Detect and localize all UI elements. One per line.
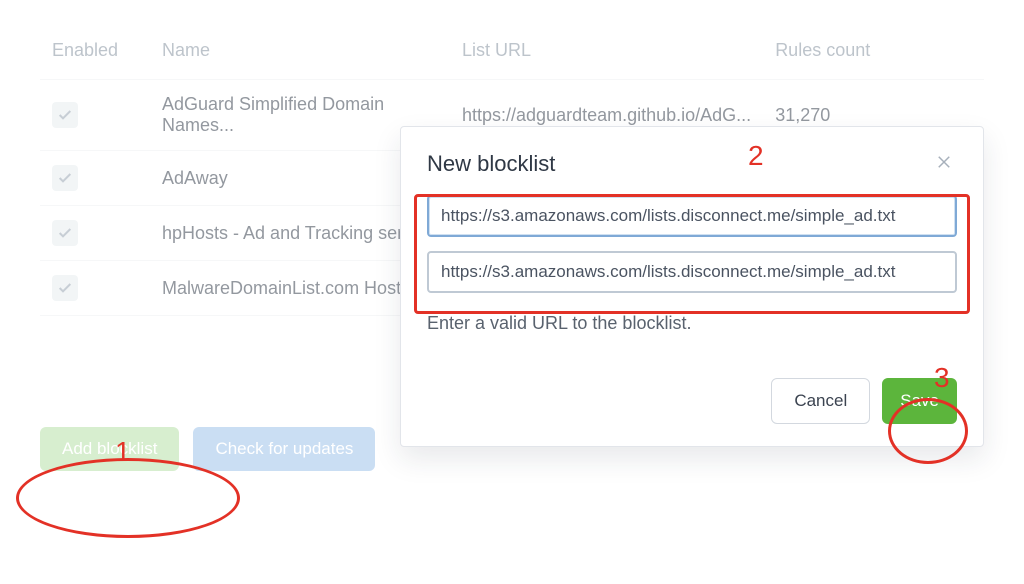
save-button[interactable]: Save	[882, 378, 957, 424]
col-rules: Rules count	[763, 30, 984, 80]
checkbox-icon[interactable]	[52, 220, 78, 246]
new-blocklist-modal: New blocklist Enter a valid URL to the b…	[400, 126, 984, 447]
close-icon[interactable]	[931, 149, 957, 179]
checkbox-icon[interactable]	[52, 275, 78, 301]
checkbox-icon[interactable]	[52, 102, 78, 128]
col-name: Name	[150, 30, 450, 80]
add-blocklist-button[interactable]: Add blocklist	[40, 427, 179, 471]
checkbox-icon[interactable]	[52, 165, 78, 191]
blocklist-name-input[interactable]	[427, 195, 957, 237]
col-enabled: Enabled	[40, 30, 150, 80]
modal-title: New blocklist	[427, 151, 555, 177]
modal-helper-text: Enter a valid URL to the blocklist.	[427, 313, 957, 334]
blocklist-url-input[interactable]	[427, 251, 957, 293]
cancel-button[interactable]: Cancel	[771, 378, 870, 424]
check-for-updates-button[interactable]: Check for updates	[193, 427, 375, 471]
col-url: List URL	[450, 30, 763, 80]
